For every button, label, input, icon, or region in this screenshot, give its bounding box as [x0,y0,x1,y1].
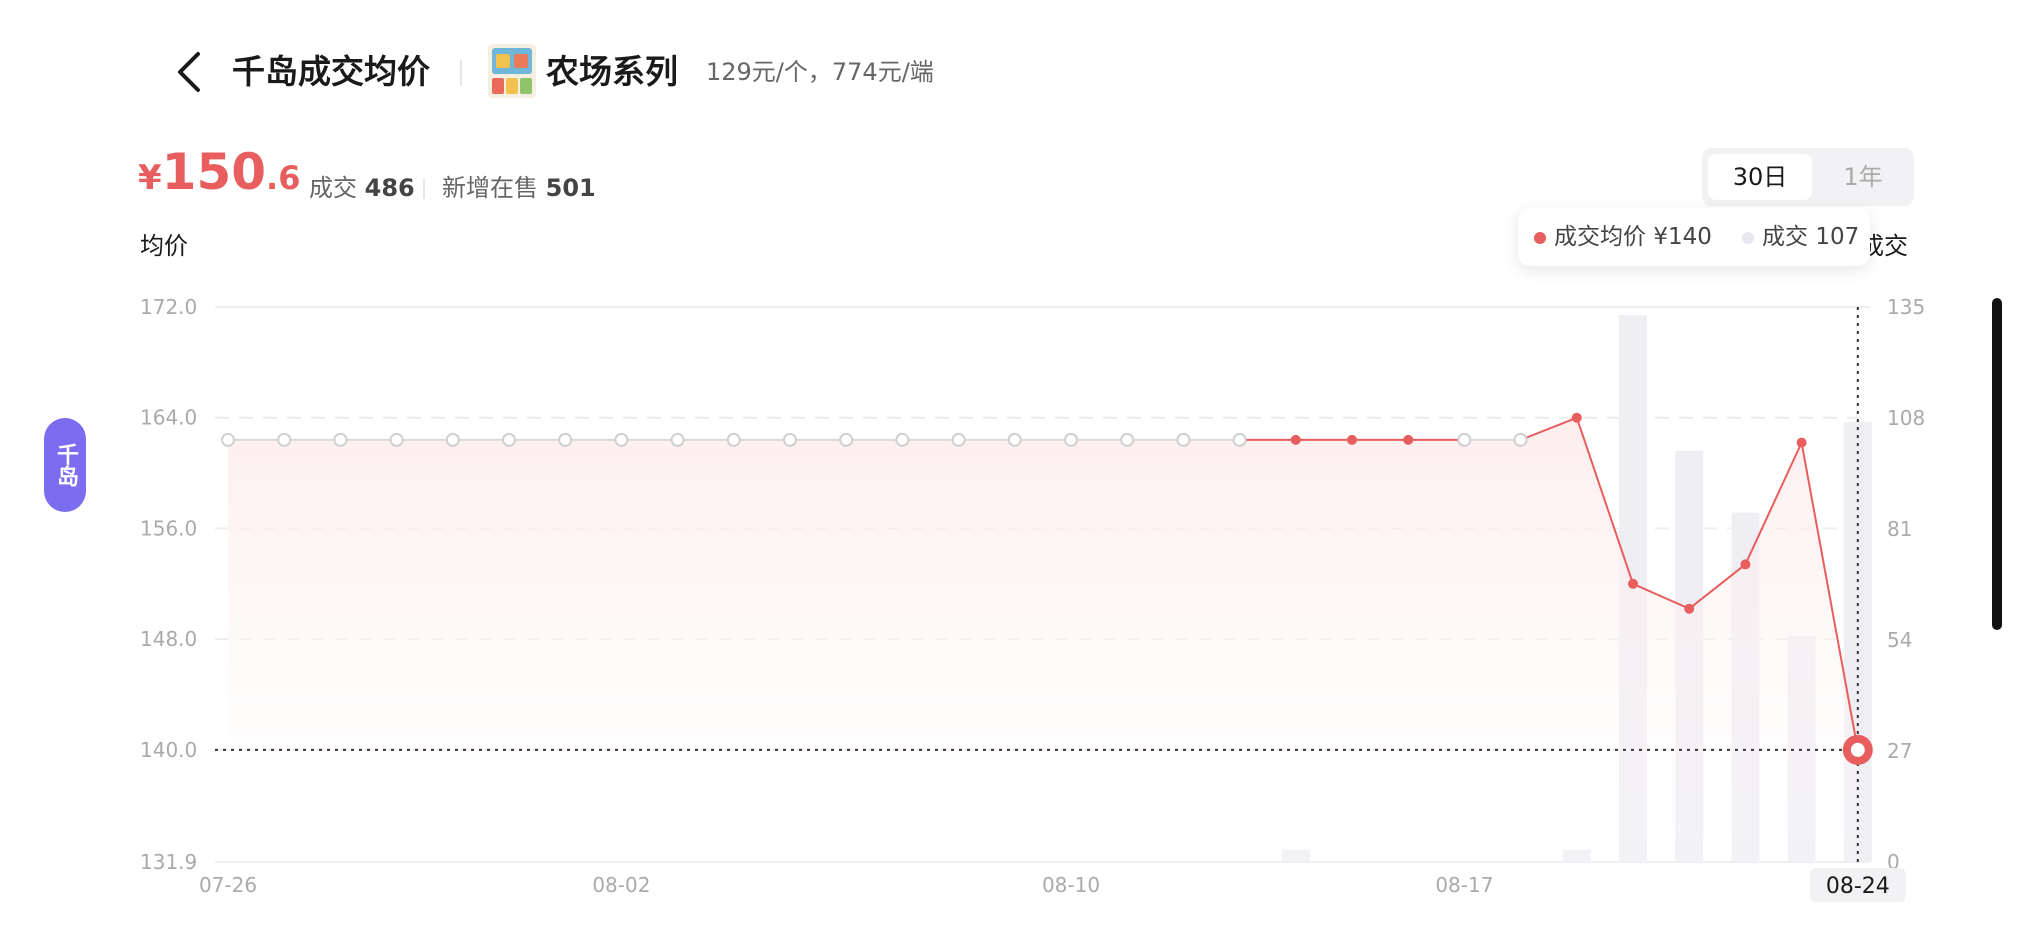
y2-tick-label: 135 [1887,295,1925,319]
avg-price-dot [1534,232,1546,244]
tooltip-avg: 成交均价 ¥140 [1554,222,1712,252]
y-tick-label: 131.9 [140,850,197,874]
price-point-empty [614,432,629,447]
price-point-empty [502,432,516,447]
price-point [1290,434,1301,445]
price-point-empty [1232,432,1247,447]
x-tick-label: 08-10 [1042,873,1100,897]
price-point-empty [1007,432,1022,447]
tooltip-avg-label: 成交均价 [1554,224,1646,250]
y-tick-label: 164.0 [140,406,197,430]
price-point-empty [951,432,966,447]
price-point [1403,434,1414,445]
x-tick-label: 07-26 [199,873,257,897]
y2-tick-label: 27 [1887,739,1912,763]
price-point-empty [221,432,235,447]
price-point-empty [1513,432,1528,447]
price-point-empty [389,432,404,447]
price-point-empty [670,432,685,447]
price-point-empty [558,432,573,447]
price-point-empty [1064,432,1078,447]
deal-count-dot [1742,232,1754,244]
price-point-empty [839,432,854,447]
y2-tick-label: 54 [1887,628,1912,652]
y2-tick-label: 81 [1887,517,1912,541]
side-floating-badge[interactable]: 千岛 [44,418,86,512]
price-point-empty [895,432,910,447]
selected-point-center [1850,742,1865,757]
price-area [228,417,1858,862]
price-point [1684,603,1695,614]
price-point [1628,578,1638,589]
y2-tick-label: 108 [1887,406,1925,430]
x-tick-label: 08-02 [592,873,650,897]
price-point [1740,559,1751,570]
y-tick-label: 140.0 [140,738,197,762]
scrollbar[interactable] [1992,298,2002,630]
price-point [1347,434,1357,445]
price-point-empty [783,432,797,447]
tooltip-deal: 成交 107 [1762,222,1859,252]
chart-tooltip: 成交均价 ¥140 成交 107 [1518,208,1870,266]
price-point-empty [445,432,460,447]
price-chart[interactable]: 172.0 164.0 156.0 148.0 140.0 131.9 135 108 81 54… [0,0,2018,929]
side-badge-label: 千岛 [53,443,78,487]
price-point-empty [333,432,348,447]
x-tick-label: 08-17 [1435,873,1493,897]
tooltip-avg-value: ¥140 [1653,224,1712,250]
price-point-empty [726,432,741,447]
y-tick-label: 172.0 [140,295,197,319]
price-point-empty [1176,432,1191,447]
price-point-empty [1120,432,1135,447]
price-point-empty [1457,432,1472,447]
price-point [1796,437,1807,448]
y-tick-label: 156.0 [140,516,197,540]
tooltip-deal-label: 成交 [1762,224,1808,250]
price-point [1571,412,1582,423]
y-tick-label: 148.0 [140,627,197,651]
selected-x-label: 08-24 [1826,874,1890,899]
price-point-empty [277,432,292,447]
tooltip-deal-value: 107 [1815,224,1860,250]
